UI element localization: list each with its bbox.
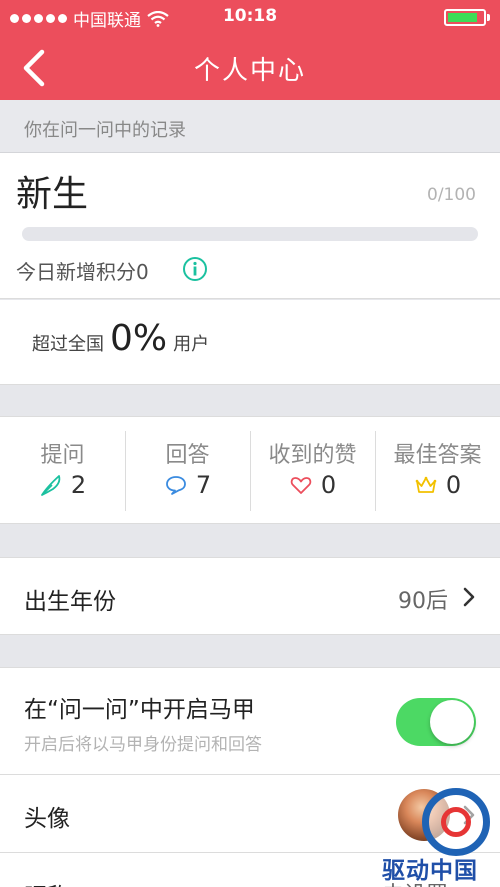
speech-bubble-icon — [165, 476, 186, 495]
info-circle-icon[interactable] — [182, 256, 208, 282]
alias-hint: 开启后将以马甲身份提问和回答 — [24, 735, 262, 755]
level-name: 新生 — [16, 174, 89, 215]
stat-questions[interactable]: 提问 2 — [0, 417, 125, 525]
rank-row: 超过全国 0% 用户 — [32, 318, 209, 359]
birth-year-label: 出生年份 — [24, 589, 116, 615]
birth-year-value: 90后 — [398, 589, 448, 614]
status-bar: 中国联通 10:18 — [0, 0, 500, 34]
stat-value: 0 — [445, 471, 462, 499]
rank-value: 0% — [110, 318, 168, 359]
clock: 10:18 — [222, 6, 278, 26]
stat-value: 2 — [70, 471, 87, 499]
stat-value: 7 — [195, 471, 212, 499]
watermark-logo: 驱动中国 — [382, 788, 500, 887]
rank-card: 超过全国 0% 用户 — [0, 300, 500, 385]
stat-value: 0 — [320, 471, 337, 499]
section-caption: 你在问一问中的记录 — [0, 100, 500, 153]
watermark-text: 驱动中国 — [382, 858, 478, 884]
avatar-label: 头像 — [24, 806, 70, 832]
level-card: 新生 0/100 今日新增积分0 — [0, 153, 500, 299]
alias-toggle-row: 在“问一问”中开启马甲 开启后将以马甲身份提问和回答 — [0, 667, 500, 775]
level-progress-bar — [22, 227, 478, 241]
rank-prefix: 超过全国 — [32, 334, 104, 355]
stats-card: 提问 2 回答 7 收到的赞 0 最佳答案 0 — [0, 416, 500, 524]
feather-icon — [40, 475, 61, 496]
rank-suffix: 用户 — [173, 334, 210, 355]
battery-icon — [444, 9, 490, 26]
nickname-label: 昵称 — [24, 877, 70, 887]
stat-label: 收到的赞 — [268, 443, 357, 468]
stat-likes[interactable]: 收到的赞 0 — [250, 417, 375, 525]
alias-toggle-switch[interactable] — [396, 698, 476, 746]
stat-best-answers[interactable]: 最佳答案 0 — [375, 417, 500, 525]
stat-answers[interactable]: 回答 7 — [125, 417, 250, 525]
level-progress-text: 0/100 — [427, 185, 476, 205]
birth-year-row[interactable]: 出生年份 90后 — [0, 557, 500, 635]
battery-level — [448, 13, 477, 22]
page-title: 个人中心 — [193, 56, 306, 86]
stat-label: 提问 — [40, 443, 85, 468]
stat-label: 回答 — [165, 443, 210, 468]
heart-icon — [290, 477, 312, 494]
chevron-right-icon — [463, 587, 475, 607]
today-points: 今日新增积分0 — [16, 260, 149, 284]
alias-title: 在“问一问”中开启马甲 — [24, 697, 255, 723]
stat-label: 最佳答案 — [393, 443, 482, 468]
nav-bar: 个人中心 — [0, 34, 500, 100]
crown-icon — [415, 476, 437, 493]
logo-ring-icon — [422, 788, 490, 856]
toggle-knob — [430, 700, 474, 744]
